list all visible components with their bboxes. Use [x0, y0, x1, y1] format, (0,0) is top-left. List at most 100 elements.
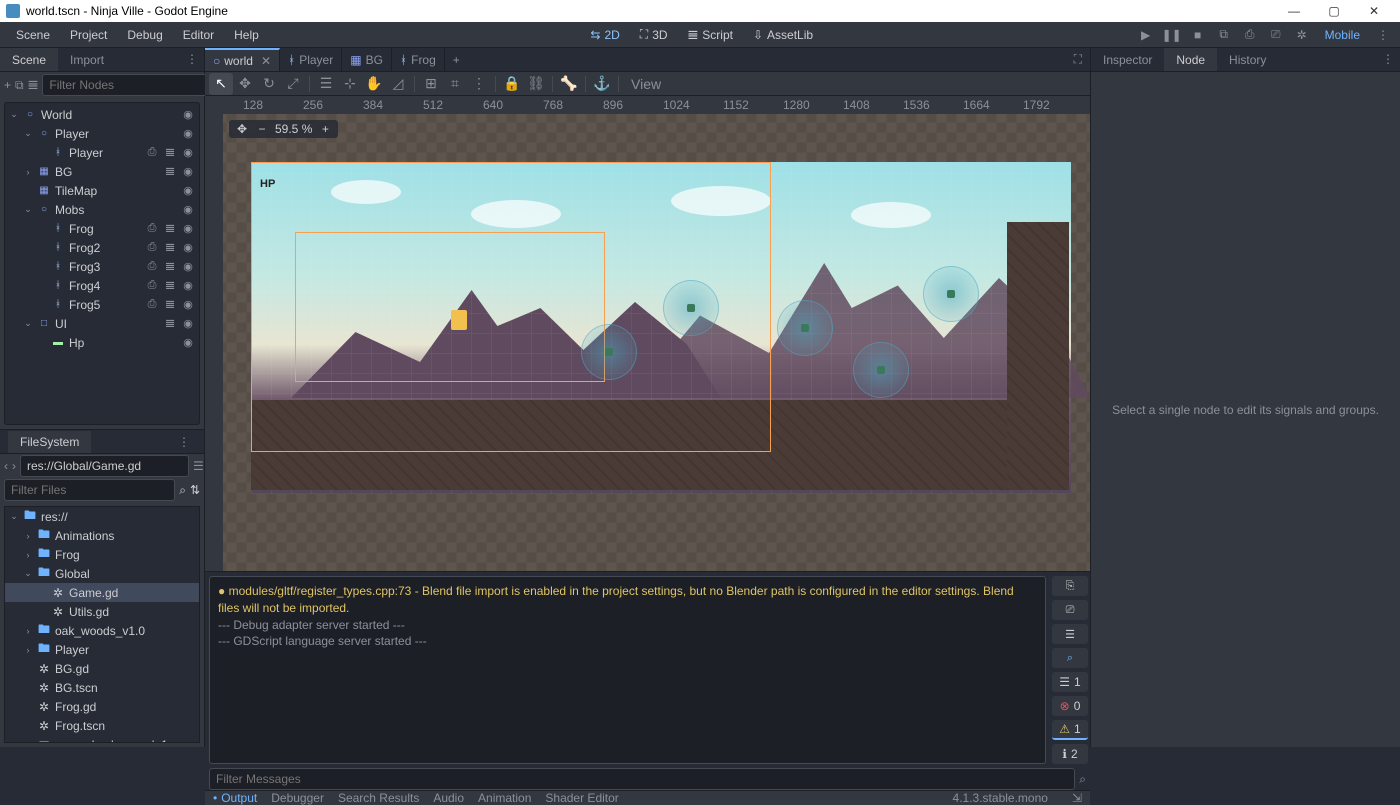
- zoom-in-button[interactable]: +: [318, 122, 332, 136]
- smart-snap-toggle[interactable]: ⌗: [443, 73, 467, 95]
- frog-gizmo[interactable]: [581, 324, 637, 380]
- filesystem-tree[interactable]: ⌄🖿res://›🖿Animations›🖿Frog⌄🖿Global✲Game.…: [4, 506, 200, 743]
- bottom-tab-debugger[interactable]: Debugger: [271, 791, 324, 805]
- workspace-assetlib[interactable]: ⇩AssetLib: [743, 23, 823, 46]
- view-menu[interactable]: View: [623, 73, 669, 95]
- fs-sort-button[interactable]: ⇅: [190, 483, 200, 497]
- eye-icon[interactable]: ◉: [181, 222, 195, 236]
- scene-tree-node[interactable]: ⌄○Player◉: [5, 124, 199, 143]
- chevron-icon[interactable]: ›: [23, 167, 33, 177]
- eye-icon[interactable]: ◉: [181, 108, 195, 122]
- pan-tool[interactable]: ✋: [362, 73, 386, 95]
- viewport-2d[interactable]: 1282563845126407688961024115212801408153…: [205, 96, 1090, 571]
- eye-icon[interactable]: ◉: [181, 260, 195, 274]
- right-dock-options-icon[interactable]: ⋮: [1376, 48, 1400, 71]
- tab-scene[interactable]: Scene: [0, 48, 58, 71]
- script-icon[interactable]: 𝌆: [163, 165, 177, 179]
- scene-tree-node[interactable]: ᚼFrog5⎙𝌆◉: [5, 295, 199, 314]
- script-icon[interactable]: 𝌆: [163, 260, 177, 274]
- filesystem-title[interactable]: FileSystem: [8, 431, 91, 453]
- play-scene-button[interactable]: ⎙: [1239, 24, 1261, 46]
- fs-path-input[interactable]: [20, 455, 189, 477]
- copy-output-button[interactable]: ⎘: [1052, 576, 1088, 596]
- scene-icon[interactable]: ⎙: [145, 260, 159, 274]
- scene-tree-node[interactable]: ᚼFrog2⎙𝌆◉: [5, 238, 199, 257]
- bone-tool[interactable]: 🦴: [557, 73, 581, 95]
- eye-icon[interactable]: ◉: [181, 184, 195, 198]
- chevron-icon[interactable]: ›: [23, 626, 33, 636]
- eye-icon[interactable]: ◉: [181, 241, 195, 255]
- fs-tree-item[interactable]: ✲Utils.gd: [5, 602, 199, 621]
- play-custom-button[interactable]: ⎚: [1265, 24, 1287, 46]
- scene-tree-node[interactable]: ▬Hp◉: [5, 333, 199, 352]
- scene-icon[interactable]: ⎙: [145, 241, 159, 255]
- menu-debug[interactable]: Debug: [117, 24, 172, 46]
- fs-tree-item[interactable]: ⌄🖿res://: [5, 507, 199, 526]
- zoom-out-button[interactable]: −: [255, 122, 269, 136]
- frog-gizmo[interactable]: [777, 300, 833, 356]
- filter-search-icon[interactable]: ⌕: [1079, 772, 1086, 787]
- frog-gizmo[interactable]: [853, 342, 909, 398]
- chevron-icon[interactable]: ⌄: [23, 128, 33, 139]
- collapse-bottom-icon[interactable]: ⇲: [1072, 791, 1082, 805]
- version-label[interactable]: 4.1.3.stable.mono: [953, 791, 1048, 805]
- bottom-tab-audio[interactable]: Audio: [433, 791, 464, 805]
- menu-help[interactable]: Help: [224, 24, 269, 46]
- script-icon[interactable]: 𝌆: [163, 317, 177, 331]
- anchor-tool[interactable]: ⚓: [590, 73, 614, 95]
- move-tool[interactable]: ✥: [233, 73, 257, 95]
- scene-dock-options-icon[interactable]: ⋮: [180, 48, 204, 71]
- scene-tab[interactable]: ᚼFrog: [392, 48, 445, 71]
- scene-icon[interactable]: ⎙: [145, 222, 159, 236]
- menu-editor[interactable]: Editor: [173, 24, 224, 46]
- pause-button[interactable]: ❚❚: [1161, 24, 1183, 46]
- bottom-tab-animation[interactable]: Animation: [478, 791, 531, 805]
- clear-output-button[interactable]: ⎚: [1052, 600, 1088, 620]
- eye-icon[interactable]: ◉: [181, 146, 195, 160]
- eye-icon[interactable]: ◉: [181, 203, 195, 217]
- scene-tab[interactable]: ▦BG: [342, 48, 392, 71]
- fs-tree-item[interactable]: ✲BG.tscn: [5, 678, 199, 697]
- close-window-button[interactable]: ✕: [1354, 0, 1394, 22]
- chevron-icon[interactable]: ›: [23, 550, 33, 560]
- fs-back-button[interactable]: ‹: [4, 459, 8, 473]
- stop-button[interactable]: ■: [1187, 24, 1209, 46]
- bottom-tab-output[interactable]: Output: [213, 791, 257, 805]
- scene-icon[interactable]: ⎙: [145, 146, 159, 160]
- error-count[interactable]: ⊗0: [1052, 696, 1088, 716]
- eye-icon[interactable]: ◉: [181, 279, 195, 293]
- scene-tree-node[interactable]: ▦TileMap◉: [5, 181, 199, 200]
- fs-tree-item[interactable]: ✲Game.gd: [5, 583, 199, 602]
- fs-tree-item[interactable]: ✲Frog.tscn: [5, 716, 199, 735]
- scene-tree-node[interactable]: ›▦BG𝌆◉: [5, 162, 199, 181]
- filesystem-options-icon[interactable]: ⋮: [172, 431, 196, 453]
- scene-icon[interactable]: ⎙: [145, 279, 159, 293]
- close-tab-icon[interactable]: ✕: [261, 54, 271, 68]
- workspace-2d[interactable]: ⇆2D: [580, 23, 629, 46]
- eye-icon[interactable]: ◉: [181, 165, 195, 179]
- output-log[interactable]: ● modules/gltf/register_types.cpp:73 - B…: [209, 576, 1046, 764]
- zoom-level[interactable]: 59.5 %: [275, 122, 312, 136]
- instance-scene-button[interactable]: ⧉: [15, 78, 24, 93]
- add-tab-button[interactable]: +: [445, 48, 468, 71]
- search-output-button[interactable]: ⌕: [1052, 648, 1088, 668]
- fs-tree-item[interactable]: ⌄🖿Global: [5, 564, 199, 583]
- tab-import[interactable]: Import: [58, 48, 116, 71]
- workspace-script[interactable]: 𝌆Script: [678, 23, 743, 46]
- fs-tree-item[interactable]: ›🖿Frog: [5, 545, 199, 564]
- player-sprite[interactable]: [451, 310, 467, 330]
- bottom-tab-shader[interactable]: Shader Editor: [545, 791, 618, 805]
- chevron-icon[interactable]: ⌄: [9, 511, 19, 522]
- chevron-icon[interactable]: ⌄: [23, 568, 33, 579]
- attach-script-button[interactable]: 𝌆: [28, 78, 39, 92]
- chevron-icon[interactable]: ⌄: [23, 318, 33, 329]
- fs-tree-item[interactable]: ✲Frog.gd: [5, 697, 199, 716]
- eye-icon[interactable]: ◉: [181, 336, 195, 350]
- menu-scene[interactable]: Scene: [6, 24, 60, 46]
- fs-split-button[interactable]: ☰: [193, 459, 204, 473]
- snap-options-icon[interactable]: ⋮: [467, 73, 491, 95]
- scene-tree-node[interactable]: ᚼFrog3⎙𝌆◉: [5, 257, 199, 276]
- chevron-icon[interactable]: ›: [23, 645, 33, 655]
- filter-nodes-input[interactable]: [42, 74, 211, 96]
- filter-messages-input[interactable]: [209, 768, 1075, 790]
